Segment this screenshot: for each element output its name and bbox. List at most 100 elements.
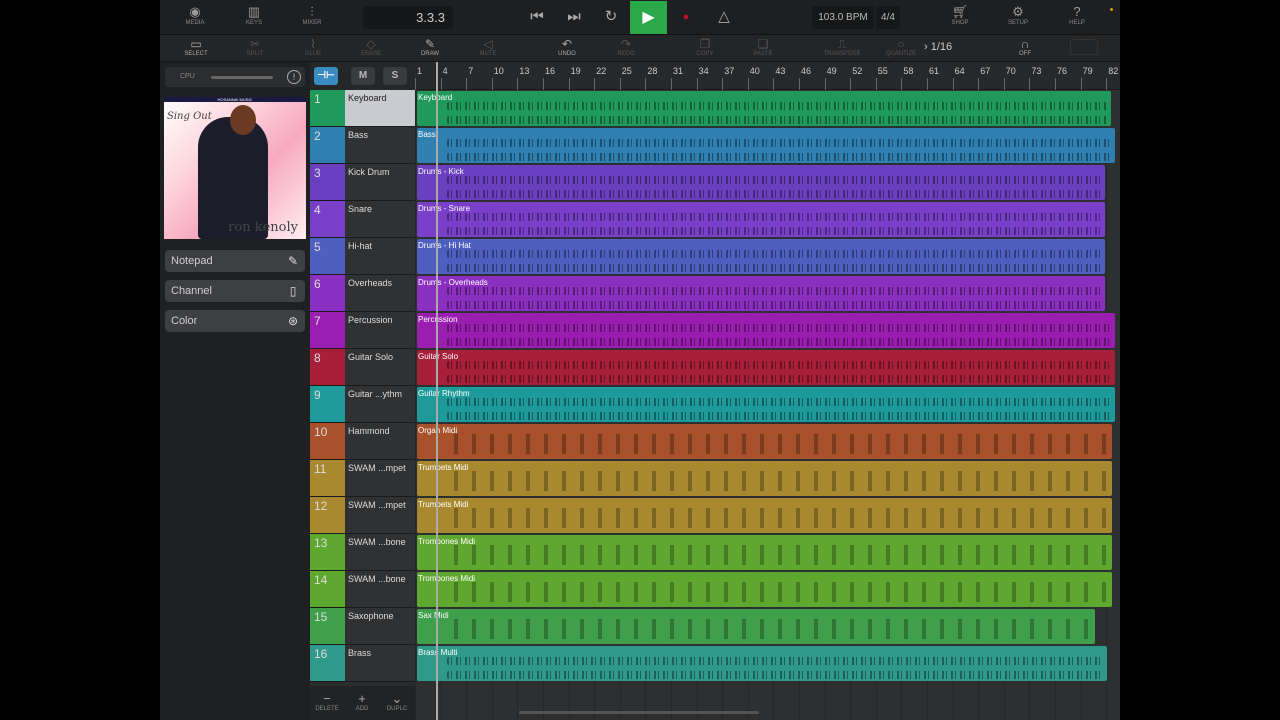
notepad-button[interactable]: Notepad ✎ bbox=[165, 250, 305, 272]
shop-button[interactable]: 🛒︎ SHOP bbox=[940, 4, 980, 26]
track-row[interactable]: 13 SWAM ...bone bbox=[310, 534, 415, 571]
track-name[interactable]: SWAM ...bone bbox=[345, 571, 415, 607]
track-row[interactable]: 6 Overheads bbox=[310, 275, 415, 312]
track-name[interactable]: Snare bbox=[345, 201, 415, 237]
clip[interactable]: Organ Midi bbox=[417, 424, 1112, 459]
clip[interactable]: Trombones Midi bbox=[417, 572, 1112, 607]
clip[interactable]: Keyboard bbox=[417, 91, 1111, 126]
track-row[interactable]: 1 Keyboard bbox=[310, 90, 415, 127]
position-display[interactable]: 3.3.3 bbox=[363, 6, 453, 29]
clip[interactable]: Trombones Midi bbox=[417, 535, 1112, 570]
copy-button[interactable]: ❐ COPY bbox=[685, 37, 725, 57]
track-name[interactable]: Overheads bbox=[345, 275, 415, 311]
forward-icon[interactable]: ⏭ bbox=[562, 7, 586, 27]
horizontal-scrollbar[interactable] bbox=[519, 711, 759, 714]
track-row[interactable]: 3 Kick Drum bbox=[310, 164, 415, 201]
mute-tool[interactable]: ◁ MUTE bbox=[468, 37, 508, 57]
track-name[interactable]: Keyboard bbox=[345, 90, 415, 126]
clip[interactable]: Percussion bbox=[417, 313, 1115, 348]
clip[interactable]: Drums - Hi Hat bbox=[417, 239, 1105, 274]
solo-all-button[interactable]: S bbox=[383, 67, 407, 85]
help-button[interactable]: ? HELP bbox=[1057, 4, 1097, 26]
track-row[interactable]: 14 SWAM ...bone bbox=[310, 571, 415, 608]
clip[interactable]: Bass bbox=[417, 128, 1115, 163]
track-row[interactable]: 10 Hammond bbox=[310, 423, 415, 460]
track-name[interactable]: SWAM ...bone bbox=[345, 534, 415, 570]
timeline-ruler[interactable]: 1 4 7 10 13 16 19 22 25 28 31 34 37 40 43 46 49 52 55 58 61 6… bbox=[415, 62, 1120, 90]
glue-tool[interactable]: ⌇ GLUE bbox=[293, 37, 333, 57]
arrangement-view[interactable]: 1 4 7 10 13 16 19 22 25 28 31 34 37 40 43 46 49 52 55 58 61 6… bbox=[415, 62, 1120, 720]
clip[interactable]: Drums - Overheads bbox=[417, 276, 1105, 311]
track-name[interactable]: Saxophone bbox=[345, 608, 415, 644]
track-number: 5 bbox=[310, 238, 345, 274]
clip[interactable]: Trumpets Midi bbox=[417, 498, 1112, 533]
quantize-button[interactable]: ○ QUANTIZE bbox=[881, 37, 921, 57]
keys-button[interactable]: ▥ KEYS bbox=[234, 4, 274, 26]
track-row[interactable]: 8 Guitar Solo bbox=[310, 349, 415, 386]
clip[interactable]: Drums - Kick bbox=[417, 165, 1105, 200]
playhead[interactable] bbox=[436, 62, 438, 720]
clip[interactable]: Guitar Rhythm bbox=[417, 387, 1115, 422]
clip[interactable]: Guitar Solo bbox=[417, 350, 1115, 385]
info-icon[interactable]: ! bbox=[287, 70, 301, 84]
undo-button[interactable]: ↶ UNDO bbox=[547, 37, 587, 57]
paste-button[interactable]: ❏ PASTE bbox=[743, 37, 783, 57]
clip[interactable]: Drums - Snare bbox=[417, 202, 1105, 237]
track-row[interactable]: 9 Guitar ...ythm bbox=[310, 386, 415, 423]
record-button[interactable]: ● bbox=[674, 7, 698, 27]
draw-tool[interactable]: ✎ DRAW bbox=[410, 37, 450, 57]
track-name[interactable]: SWAM ...mpet bbox=[345, 460, 415, 496]
resize-handle[interactable] bbox=[1070, 39, 1098, 55]
track-row[interactable]: 16 Brass bbox=[310, 645, 415, 682]
track-row[interactable]: 5 Hi-hat bbox=[310, 238, 415, 275]
delete-track-button[interactable]: − DELETE bbox=[311, 692, 343, 713]
mute-all-button[interactable]: M bbox=[351, 67, 375, 85]
erase-tool[interactable]: ◇ ERASE bbox=[351, 37, 391, 57]
mixer-button[interactable]: ⫶ MIXER bbox=[292, 4, 332, 26]
track-row[interactable]: 15 Saxophone bbox=[310, 608, 415, 645]
track-row[interactable]: 2 Bass bbox=[310, 127, 415, 164]
transpose-button[interactable]: ⎍ TRANSPOSE bbox=[822, 37, 862, 57]
split-tool[interactable]: ✂ SPLIT bbox=[235, 37, 275, 57]
time-signature[interactable]: 4/4 bbox=[876, 6, 900, 29]
duplicate-track-button[interactable]: ⌄ DUPLC bbox=[381, 692, 413, 713]
track-name[interactable]: Bass bbox=[345, 127, 415, 163]
track-row[interactable]: 11 SWAM ...mpet bbox=[310, 460, 415, 497]
loop-icon[interactable]: ↻ bbox=[599, 7, 623, 27]
ruler-tick-label: 1 bbox=[417, 66, 423, 76]
tempo-display[interactable]: 103.0 BPM bbox=[812, 6, 874, 29]
grid-size-selector[interactable]: › 1/16 bbox=[924, 41, 952, 53]
track-name[interactable]: Hammond bbox=[345, 423, 415, 459]
track-name[interactable]: Guitar Solo bbox=[345, 349, 415, 385]
redo-button[interactable]: ↷ REDO bbox=[606, 37, 646, 57]
clip[interactable]: Brass Multi bbox=[417, 646, 1107, 681]
color-button[interactable]: Color ⊛ bbox=[165, 310, 305, 332]
track-row[interactable]: 7 Percussion bbox=[310, 312, 415, 349]
ruler-tick bbox=[466, 78, 468, 90]
track-name[interactable]: Hi-hat bbox=[345, 238, 415, 274]
rewind-icon[interactable]: ⏮ bbox=[525, 7, 549, 27]
track-name[interactable]: Percussion bbox=[345, 312, 415, 348]
play-button[interactable]: ▶ bbox=[630, 1, 667, 34]
track-options-button[interactable]: ⊣⊢ bbox=[314, 67, 338, 85]
track-name[interactable]: Guitar ...ythm bbox=[345, 386, 415, 422]
track-name[interactable]: Kick Drum bbox=[345, 164, 415, 200]
clip[interactable]: Trumpets Midi bbox=[417, 461, 1112, 496]
select-tool[interactable]: ▭ SELECT bbox=[176, 37, 216, 57]
add-track-button[interactable]: + ADD bbox=[346, 692, 378, 713]
ruler-tick-label: 70 bbox=[1005, 66, 1016, 76]
setup-button[interactable]: ⚙ SETUP bbox=[998, 4, 1038, 26]
track-name[interactable]: SWAM ...mpet bbox=[345, 497, 415, 533]
channel-button[interactable]: Channel ▯ bbox=[165, 280, 305, 302]
snap-toggle[interactable]: ∩ OFF bbox=[1005, 37, 1045, 57]
track-number: 2 bbox=[310, 127, 345, 163]
track-name[interactable]: Brass bbox=[345, 645, 415, 681]
track-row[interactable]: 12 SWAM ...mpet bbox=[310, 497, 415, 534]
track-row[interactable]: 4 Snare bbox=[310, 201, 415, 238]
metronome-icon[interactable]: △ bbox=[712, 7, 736, 27]
waveform bbox=[447, 176, 1101, 184]
ruler-tick-label: 22 bbox=[596, 66, 607, 76]
clip[interactable]: Sax Midi bbox=[417, 609, 1095, 644]
track-number: 1 bbox=[310, 90, 345, 126]
media-button[interactable]: ◉ MEDIA bbox=[175, 4, 215, 26]
